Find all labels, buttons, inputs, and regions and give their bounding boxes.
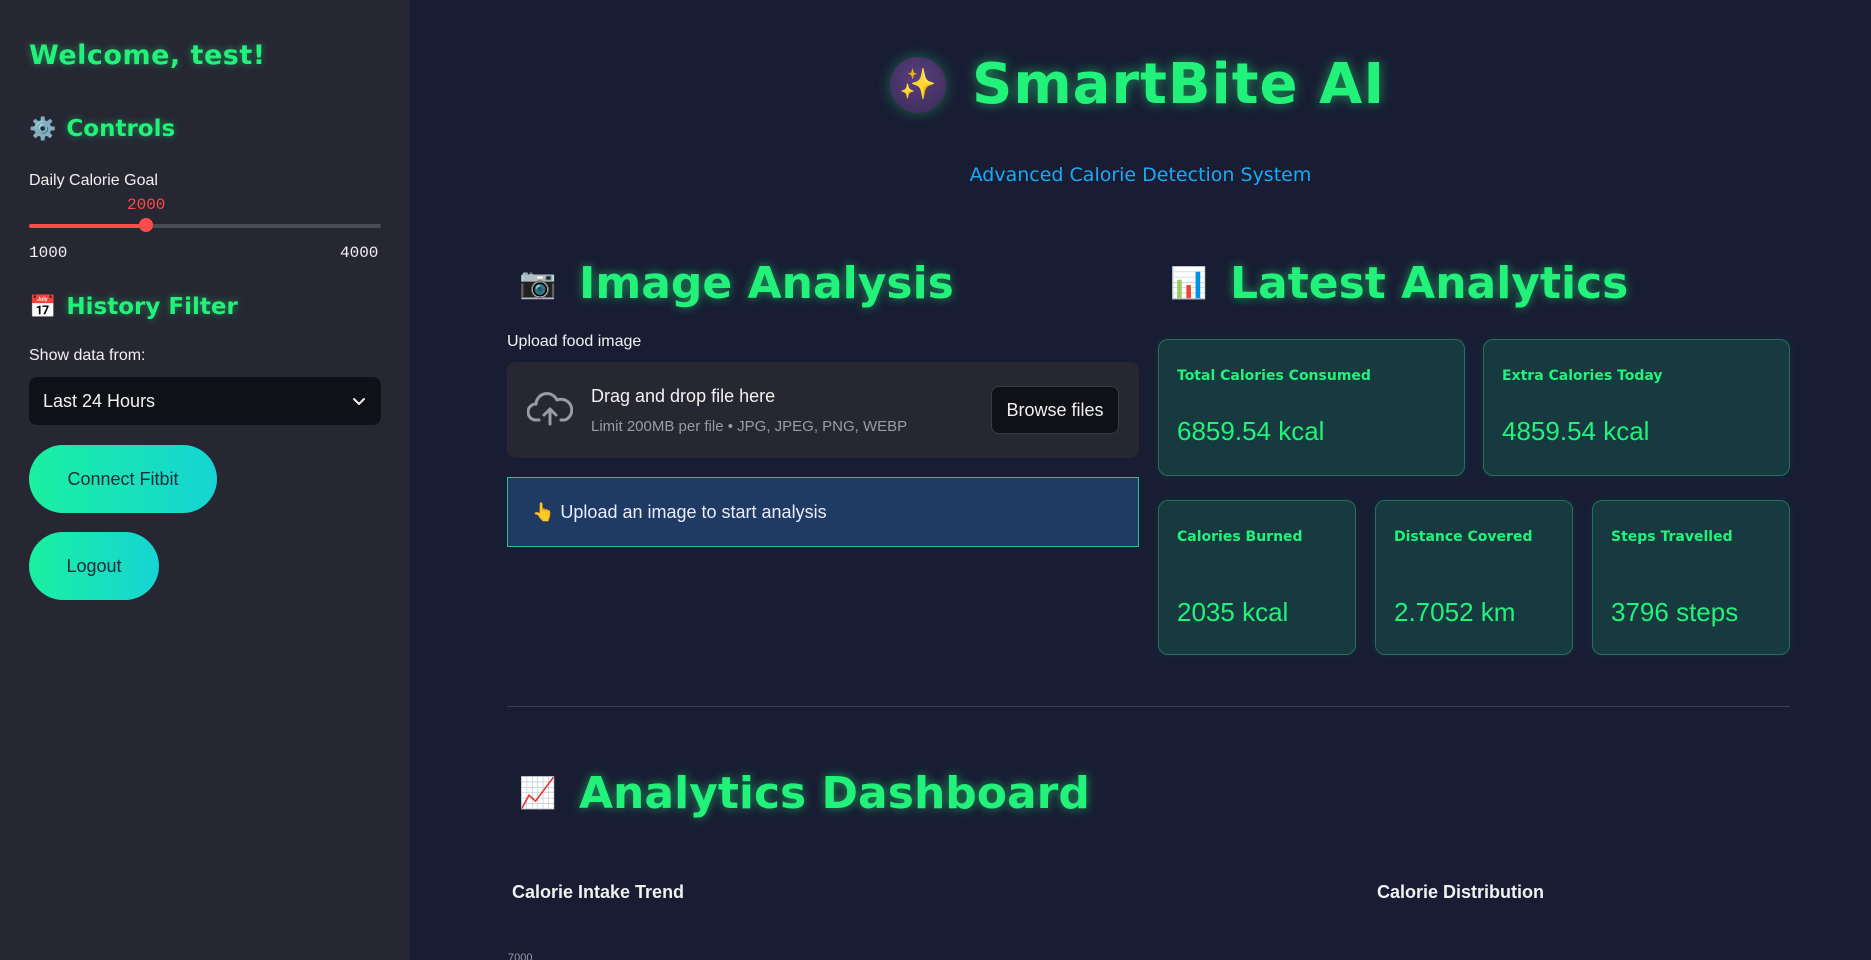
- dropzone-title: Drag and drop file here: [591, 386, 776, 406]
- latest-analytics-heading-label: Latest Analytics: [1230, 258, 1629, 309]
- sidebar: Welcome, test! ⚙️ Controls Daily Calorie…: [0, 0, 410, 960]
- calorie-distribution-title: Calorie Distribution: [1377, 882, 1545, 902]
- history-range-select[interactable]: Last 24 Hours: [29, 377, 381, 425]
- app-title-text: SmartBite AI: [972, 52, 1386, 117]
- dropzone-limit: Limit 200MB per file • JPG, JPEG, PNG, W…: [591, 418, 908, 435]
- pointing-hand-icon: 👆: [532, 501, 555, 522]
- extra-calories-label: Extra Calories Today: [1502, 368, 1663, 384]
- upload-info-box: 👆 Upload an image to start analysis: [507, 477, 1139, 547]
- steps-travelled-label: Steps Travelled: [1611, 529, 1733, 545]
- browse-files-button[interactable]: Browse files: [991, 386, 1119, 434]
- calorie-goal-slider-fill: [29, 224, 147, 228]
- show-data-label: Show data from:: [29, 347, 146, 364]
- gear-icon: ⚙️: [29, 116, 57, 142]
- history-filter-heading-label: History Filter: [66, 294, 238, 320]
- trend-chart-icon: 📈: [519, 776, 557, 811]
- calorie-goal-label: Daily Calorie Goal: [29, 172, 158, 189]
- calories-burned-value: 2035 kcal: [1177, 597, 1289, 627]
- section-divider: [507, 706, 1790, 707]
- history-filter-heading: 📅 History Filter: [29, 294, 238, 320]
- distance-covered-card: Distance Covered 2.7052 km: [1375, 500, 1573, 655]
- image-analysis-heading-label: Image Analysis: [579, 258, 954, 309]
- distance-covered-value: 2.7052 km: [1394, 597, 1516, 627]
- calendar-icon: 📅: [29, 294, 57, 320]
- app-subtitle: Advanced Calorie Detection System: [969, 164, 1312, 186]
- calorie-goal-value: 2000: [127, 196, 166, 214]
- connect-fitbit-button[interactable]: Connect Fitbit: [29, 445, 217, 513]
- controls-heading-label: Controls: [66, 116, 176, 142]
- analytics-dashboard-heading-label: Analytics Dashboard: [579, 768, 1090, 819]
- history-range-value: Last 24 Hours: [43, 390, 156, 411]
- total-calories-card: Total Calories Consumed 6859.54 kcal: [1158, 339, 1465, 476]
- app-title: ✨ SmartBite AI: [890, 52, 1385, 117]
- total-calories-value: 6859.54 kcal: [1177, 416, 1325, 446]
- distance-covered-label: Distance Covered: [1394, 529, 1533, 545]
- extra-calories-value: 4859.54 kcal: [1502, 416, 1650, 446]
- cloud-upload-icon: [527, 392, 573, 426]
- controls-heading: ⚙️ Controls: [29, 116, 175, 142]
- extra-calories-card: Extra Calories Today 4859.54 kcal: [1483, 339, 1790, 476]
- upload-info-text: Upload an image to start analysis: [560, 501, 827, 522]
- latest-analytics-heading: 📊 Latest Analytics: [1166, 258, 1628, 309]
- image-analysis-heading: 📷 Image Analysis: [515, 258, 954, 309]
- steps-travelled-card: Steps Travelled 3796 steps: [1592, 500, 1790, 655]
- intake-chart-axis-tick: 7000: [508, 952, 533, 960]
- steps-travelled-value: 3796 steps: [1611, 597, 1739, 627]
- main-content: ✨ SmartBite AI Advanced Calorie Detectio…: [410, 0, 1871, 960]
- upload-label: Upload food image: [507, 333, 642, 350]
- bar-chart-icon: 📊: [1170, 266, 1208, 301]
- calories-burned-label: Calories Burned: [1177, 529, 1303, 545]
- total-calories-label: Total Calories Consumed: [1177, 368, 1371, 384]
- welcome-heading: Welcome, test!: [29, 40, 266, 71]
- calorie-goal-max: 4000: [340, 244, 379, 262]
- calorie-goal-slider[interactable]: [29, 218, 381, 232]
- analytics-dashboard-heading: 📈 Analytics Dashboard: [515, 768, 1090, 819]
- calories-burned-card: Calories Burned 2035 kcal: [1158, 500, 1356, 655]
- calorie-intake-trend-title: Calorie Intake Trend: [512, 882, 685, 902]
- chevron-down-icon: [353, 398, 365, 405]
- camera-icon: 📷: [519, 266, 557, 301]
- file-dropzone[interactable]: Drag and drop file here Limit 200MB per …: [507, 362, 1139, 458]
- calorie-goal-slider-thumb[interactable]: [139, 218, 154, 232]
- calorie-goal-min: 1000: [29, 244, 68, 262]
- logout-button[interactable]: Logout: [29, 532, 159, 600]
- crystal-ball-icon: ✨: [890, 56, 946, 113]
